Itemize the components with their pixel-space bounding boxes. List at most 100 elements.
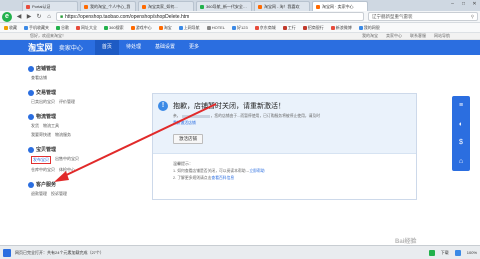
home-icon[interactable]: ⌂ (46, 14, 52, 20)
close-icon[interactable]: ✕ (471, 1, 478, 7)
back-icon[interactable]: ◀ (16, 13, 22, 20)
water-icon[interactable]: ◐ (459, 121, 463, 128)
help-link[interactable]: 立即帮助 (249, 169, 264, 173)
bookmark-item[interactable]: 淘宝 (158, 24, 172, 31)
section-icon (28, 89, 34, 96)
browser-tab[interactable]: 我的淘宝_个人中心_我 (80, 1, 136, 11)
bookmark-item[interactable]: HOTEL (206, 25, 225, 30)
maximize-icon[interactable]: □ (460, 1, 467, 7)
url-input[interactable]: ■ https://openshop.taobao.com/openshop/s… (56, 12, 364, 21)
bookmark-icon (104, 25, 108, 30)
bookmarks-bar: 收藏 手机收藏夹 谷歌 网址大全 360搜索 游戏中心 淘宝 上网导航 HOTEL 好123 京东商… (0, 23, 480, 33)
nav-tab[interactable]: 首页 (94, 40, 119, 55)
bookmark-label: 我的网银 (363, 24, 380, 30)
section-icon (28, 146, 34, 153)
activate-shop-button[interactable]: 激活店铺 (173, 134, 203, 144)
top-link[interactable]: 卖家中心 (386, 33, 402, 39)
sidebar-item[interactable]: 退款管理 (31, 191, 47, 197)
sidebar-item[interactable]: 仓库中的宝贝 (31, 167, 55, 173)
bookmark-icon (330, 25, 335, 30)
search-icon[interactable]: ⚲ (471, 14, 474, 20)
sidebar-item-publish[interactable]: 发布宝贝 (31, 156, 51, 164)
sidebar-items: 发布宝贝 出售中的宝贝 仓库中的宝贝 体检中心 (28, 156, 80, 173)
top-link[interactable]: 联系客服 (410, 33, 426, 39)
seller-center-title: 卖家中心 (58, 46, 83, 52)
sidebar-section: 客户服务退款管理 投诉管理 (28, 181, 80, 197)
sidebar-item[interactable]: 评价管理 (59, 99, 75, 105)
sidebar-section-header[interactable]: 店铺管理 (28, 65, 80, 72)
sidebar-item[interactable]: 投诉管理 (51, 191, 67, 197)
browser-tab[interactable]: 360导航_新一代安全上网 (196, 1, 252, 11)
bookmark-icon (254, 25, 259, 30)
top-link[interactable]: 我的淘宝 (362, 33, 378, 39)
bookmark-item[interactable]: 谷歌 (56, 25, 69, 31)
bookmark-label: 京东商城 (259, 24, 276, 30)
bookmark-item[interactable]: 新浪微博 (330, 25, 352, 31)
bookmark-icon (130, 25, 135, 30)
tray-icon[interactable] (454, 249, 461, 256)
bookmark-item[interactable]: 工行 (282, 25, 296, 31)
tab-label: 淘宝网 - 淘！我喜欢 (264, 3, 300, 9)
nav-tab[interactable]: 基础设置 (148, 40, 182, 55)
sidebar-item[interactable]: 物流工具 (43, 123, 59, 129)
sidebar-section-header[interactable]: 宝贝管理 (28, 146, 80, 153)
taobao-top-bar: 您好，欢迎来淘宝！ 我的淘宝 卖家中心 联系客服 网站导航 (0, 33, 480, 40)
nav-tab[interactable]: 更多 (182, 40, 206, 55)
sidebar-item[interactable]: 物流服务 (55, 132, 71, 138)
sidebar-item[interactable]: 发货 (31, 123, 39, 129)
sidebar-section-header[interactable]: 物流管理 (28, 113, 80, 120)
bookmark-item[interactable]: 好123 (232, 25, 248, 31)
menu-icon[interactable]: ≡ (459, 102, 463, 109)
bookmark-item[interactable]: 我的网银 (358, 24, 380, 31)
sidebar-item[interactable]: 我要寄快递 (31, 132, 51, 138)
browser-tab[interactable]: 淘宝网 - 淘！我喜欢 (254, 1, 310, 11)
start-icon[interactable] (3, 248, 11, 257)
browser-logo-icon[interactable]: e (2, 11, 12, 22)
taobao-logo-sub: taobao.com (29, 49, 48, 53)
sidebar-section: 店铺管理 查看店铺 (28, 65, 80, 81)
sidebar-section-header[interactable]: 交易管理 (28, 89, 80, 96)
sidebar-items: 已卖出的宝贝 评价管理 (28, 99, 80, 105)
bookmark-label: 上网导航 (183, 24, 200, 30)
bookmark-item[interactable]: 网址大全 (76, 25, 97, 31)
shop-closed-alert: ! 抱歉，店铺暂时关闭，请重新激活！ 亲， ，您的店铺由于...而暂停使用，已订购… (153, 94, 416, 154)
search-placeholder: 辽宁舰新型重气雷装 (372, 13, 413, 19)
seller-sidebar: 店铺管理 查看店铺 交易管理 已卖出的宝贝 评价管理 物流管理 发货 物流工具 我要寄快递 物流服… (28, 65, 80, 245)
top-link[interactable]: 网站导航 (434, 33, 450, 39)
forward-icon[interactable]: ▶ (26, 13, 32, 20)
sidebar-item[interactable]: 体检中心 (59, 167, 75, 173)
rules-link[interactable]: 查看百科信息 (211, 176, 234, 180)
bookmark-item[interactable]: 手机收藏夹 (24, 25, 49, 31)
browser-tab[interactable]: Portal认证 (22, 1, 78, 11)
browser-search-input[interactable]: 辽宁舰新型重气雷装 ⚲ (368, 12, 478, 21)
bookmark-item[interactable]: 招商银行 (302, 24, 324, 31)
bookmark-item[interactable]: 京东商城 (254, 24, 276, 31)
tip-1: 1. 如何查看店铺是否关闭，可以阅读本帮助→立即帮助 (173, 169, 265, 173)
sidebar-item[interactable]: 已卖出的宝贝 (31, 99, 55, 105)
bookmark-item[interactable]: 上网导航 (178, 24, 200, 31)
bookmark-icon (4, 25, 8, 30)
browser-tab[interactable]: 淘宝卖家_如何... (138, 1, 194, 11)
sidebar-section-header[interactable]: 客户服务 (28, 181, 80, 188)
price-icon[interactable]: $ (459, 139, 463, 146)
nav-tab[interactable]: 待处理 (119, 40, 148, 55)
alert-title: 抱歉，店铺暂时关闭，请重新激活！ (173, 103, 285, 110)
minimize-icon[interactable]: – (449, 1, 456, 7)
sidebar-item[interactable]: 查看店铺 (31, 75, 47, 81)
bookmark-item[interactable]: 游戏中心 (130, 25, 152, 31)
bookmark-label: 淘宝 (163, 24, 172, 30)
sidebar-item[interactable]: 出售中的宝贝 (55, 156, 79, 164)
home-icon[interactable]: ⌂ (459, 158, 463, 165)
tray-label: 100% (466, 250, 477, 255)
tab-label: 360导航_新一代安全上网 (206, 3, 248, 9)
tray-icon[interactable] (428, 249, 435, 256)
bookmark-icon (282, 25, 287, 30)
refresh-icon[interactable]: ↻ (36, 13, 42, 20)
tab-label: Portal认证 (32, 3, 51, 9)
redacted-name (181, 114, 210, 118)
bookmark-item[interactable]: 收藏 (4, 25, 17, 31)
browser-tab[interactable]: 淘宝网 · 卖家中心 (312, 1, 368, 11)
bookmark-label: 招商银行 (307, 24, 324, 30)
bookmark-item[interactable]: 360搜索 (104, 25, 124, 31)
section-icon (28, 65, 34, 72)
